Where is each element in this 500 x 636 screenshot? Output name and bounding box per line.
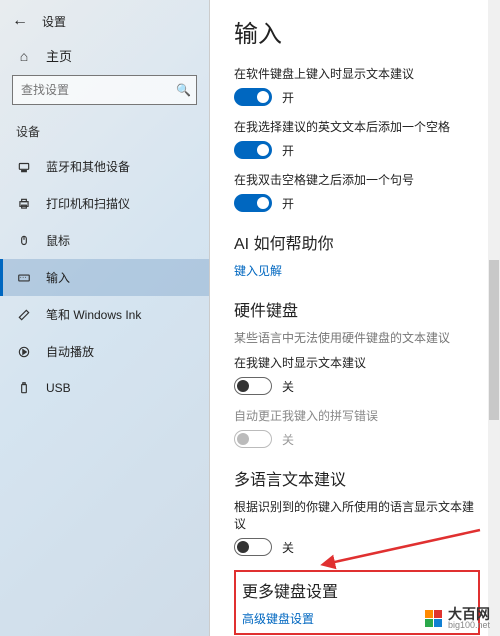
watermark: 大百网 big100.net xyxy=(425,607,490,630)
watermark-brand: 大百网 xyxy=(448,607,490,621)
more-heading: 更多键盘设置 xyxy=(242,578,472,602)
home-label: 主页 xyxy=(46,46,72,65)
sidebar-item-usb[interactable]: USB xyxy=(0,370,209,406)
sidebar-item-label: USB xyxy=(46,381,71,395)
sidebar-item-mouse[interactable]: 鼠标 xyxy=(0,222,209,259)
page-title: 输入 xyxy=(234,14,480,49)
sidebar-item-label: 鼠标 xyxy=(46,232,70,249)
toggle-sw-keyboard[interactable] xyxy=(234,88,272,106)
setting-period-label: 在我双击空格键之后添加一个句号 xyxy=(234,171,480,188)
hw-heading: 硬件键盘 xyxy=(234,297,480,321)
mouse-icon xyxy=(16,233,32,249)
setting-hw-spell-label: 自动更正我键入的拼写错误 xyxy=(234,407,480,424)
toggle-space[interactable] xyxy=(234,141,272,159)
sidebar-item-pen[interactable]: 笔和 Windows Ink xyxy=(0,296,209,333)
setting-hw-suggest-label: 在我键入时显示文本建议 xyxy=(234,354,480,371)
toggle-state: 开 xyxy=(282,142,294,159)
search-input[interactable]: 🔍 xyxy=(12,75,197,105)
toggle-multi[interactable] xyxy=(234,538,272,556)
setting-space-label: 在我选择建议的英文文本后添加一个空格 xyxy=(234,118,480,135)
search-icon: 🔍 xyxy=(176,83,191,97)
autoplay-icon xyxy=(16,344,32,360)
ai-link[interactable]: 键入见解 xyxy=(234,262,480,279)
toggle-state: 开 xyxy=(282,89,294,106)
sidebar-item-autoplay[interactable]: 自动播放 xyxy=(0,333,209,370)
section-devices-label: 设备 xyxy=(0,119,209,148)
home-button[interactable]: ⌂ 主页 xyxy=(0,40,209,75)
ai-heading: AI 如何帮助你 xyxy=(234,230,480,254)
toggle-state: 关 xyxy=(282,431,294,448)
content-area: 输入 在软件键盘上键入时显示文本建议 开 在我选择建议的英文文本后添加一个空格 … xyxy=(210,0,500,636)
toggle-hw-suggest[interactable] xyxy=(234,377,272,395)
home-icon: ⌂ xyxy=(16,48,32,64)
toggle-state: 关 xyxy=(282,539,294,556)
pen-icon xyxy=(16,307,32,323)
usb-icon xyxy=(16,380,32,396)
sidebar-item-label: 蓝牙和其他设备 xyxy=(46,158,130,175)
setting-multi-label: 根据识别到的你键入所使用的语言显示文本建议 xyxy=(234,498,480,532)
setting-sw-keyboard-label: 在软件键盘上键入时显示文本建议 xyxy=(234,65,480,82)
printer-icon xyxy=(16,196,32,212)
watermark-url: big100.net xyxy=(448,621,490,630)
scrollbar[interactable] xyxy=(488,0,500,636)
sidebar-item-label: 笔和 Windows Ink xyxy=(46,306,141,323)
multi-heading: 多语言文本建议 xyxy=(234,466,480,490)
toggle-period[interactable] xyxy=(234,194,272,212)
keyboard-icon xyxy=(16,270,32,286)
toggle-hw-spell xyxy=(234,430,272,448)
toggle-state: 关 xyxy=(282,378,294,395)
bluetooth-icon xyxy=(16,159,32,175)
hw-desc: 某些语言中无法使用硬件键盘的文本建议 xyxy=(234,329,480,346)
toggle-state: 开 xyxy=(282,195,294,212)
back-button[interactable]: ← xyxy=(12,12,28,30)
scrollbar-thumb[interactable] xyxy=(489,260,499,420)
sidebar-item-bluetooth[interactable]: 蓝牙和其他设备 xyxy=(0,148,209,185)
sidebar-item-label: 输入 xyxy=(46,269,70,286)
sidebar-item-typing[interactable]: 输入 xyxy=(0,259,209,296)
sidebar: ← 设置 ⌂ 主页 🔍 设备 蓝牙和其他设备 打印机和扫描仪 xyxy=(0,0,210,636)
sidebar-item-label: 自动播放 xyxy=(46,343,94,360)
settings-title: 设置 xyxy=(42,13,66,30)
sidebar-item-printers[interactable]: 打印机和扫描仪 xyxy=(0,185,209,222)
watermark-logo-icon xyxy=(425,610,442,627)
sidebar-item-label: 打印机和扫描仪 xyxy=(46,195,130,212)
